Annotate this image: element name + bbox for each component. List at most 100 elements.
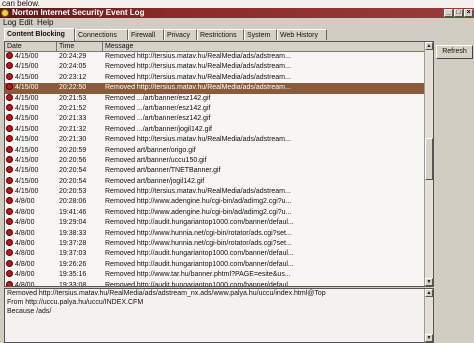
row-message: Removed art/banner/jogil142.gif	[105, 177, 205, 185]
menu-log[interactable]: Log	[3, 18, 16, 28]
row-time: 19:26:26	[59, 260, 87, 268]
event-rows: 4/15/00 20:24:29 Removed http://tersius.ma…	[5, 52, 426, 286]
table-row[interactable]: 4/15/00 20:21:32 Removed .../art/banner/jo…	[5, 124, 426, 135]
table-row[interactable]: 4/8/00 19:29:04 Removed http://audit.hunga…	[5, 218, 426, 228]
table-row[interactable]: 4/15/00 20:20:54 Removed art/banner/jogil1…	[5, 176, 426, 187]
detail-from-line: From http://uccu.palya.hu/uccu/INDEX.CFM	[7, 299, 144, 306]
table-row[interactable]: 4/15/00 20:21:30 Removed http://tersius.ma…	[5, 135, 426, 145]
table-row[interactable]: 4/15/00 20:24:29 Removed http://tersius.ma…	[5, 52, 426, 62]
blocked-icon	[6, 114, 13, 122]
row-date: 4/8/00	[15, 271, 35, 279]
table-row[interactable]: 4/15/00 20:24:05 Removed http://tersius.ma…	[5, 62, 426, 72]
row-time: 20:21:33	[59, 115, 87, 123]
table-row[interactable]: 4/15/00 20:21:52 Removed .../art/banner/es…	[5, 103, 426, 114]
column-header-row: Date Time Message	[5, 42, 426, 52]
scroll-down-button[interactable]: ▼	[425, 278, 433, 286]
table-row[interactable]: 4/8/00 20:28:06 Removed http://www.adengin…	[5, 197, 426, 207]
table-row[interactable]: 4/15/00 20:23:12 Removed http://tersius.ma…	[5, 72, 426, 83]
row-date: 4/15/00	[15, 125, 39, 133]
column-message[interactable]: Message	[103, 42, 426, 52]
table-row[interactable]: 4/15/00 20:20:56 Removed art/banner/uccu15…	[5, 155, 426, 166]
norton-icon[interactable]	[1, 9, 9, 17]
row-date: 4/8/00	[15, 260, 35, 268]
blocked-icon	[6, 52, 13, 59]
menu-help[interactable]: Help	[37, 18, 53, 28]
row-time: 20:20:56	[59, 156, 87, 164]
detail-scroll-down-button[interactable]: ▼	[425, 334, 433, 342]
maximize-button[interactable]: □	[454, 9, 463, 17]
row-date: 4/8/00	[15, 240, 35, 248]
menu-edit[interactable]: Edit	[19, 18, 33, 28]
event-list[interactable]: Date Time Message 4/15/00 20:24:29 Removed…	[4, 41, 434, 287]
detail-scroll-up-button[interactable]: ▲	[425, 289, 433, 297]
row-time: 19:37:03	[59, 250, 87, 258]
blocked-icon	[6, 239, 13, 247]
row-message: Removed .../art/banner/jogil142.gif	[105, 125, 213, 133]
table-row[interactable]: 4/15/00 20:21:53 Removed .../art/banner/es…	[5, 93, 426, 104]
row-time: 20:21:32	[59, 125, 87, 133]
table-row[interactable]: 4/8/00 19:33:08 Removed http://audit.hunga…	[5, 280, 426, 286]
detail-scrollbar[interactable]: ▲ ▼	[424, 289, 433, 342]
row-time: 19:38:33	[59, 229, 87, 237]
blocked-icon	[6, 72, 13, 80]
tab-firewall[interactable]: Firewall	[128, 29, 164, 40]
row-date: 4/8/00	[15, 229, 35, 237]
row-message: Removed http://www.tar.hu/banner.phtml?P…	[105, 271, 291, 279]
list-scrollbar[interactable]: ▲ ▼	[424, 42, 433, 286]
detail-removed-line: Removed http://tersius.matav.hu/RealMedi…	[7, 290, 326, 297]
event-detail-pane[interactable]: Removed http://tersius.matav.hu/RealMedi…	[4, 288, 434, 343]
menu-bar: Log Edit Help	[0, 18, 474, 28]
table-row[interactable]: 4/15/00 20:20:59 Removed art/banner/origo.…	[5, 145, 426, 156]
refresh-button[interactable]: Refresh	[436, 45, 473, 59]
table-row[interactable]: 4/8/00 19:35:16 Removed http://www.tar.hu/…	[5, 270, 426, 280]
row-time: 20:21:53	[59, 94, 87, 102]
tab-system[interactable]: System	[244, 29, 277, 40]
blocked-icon	[6, 62, 13, 70]
table-row[interactable]: 4/8/00 19:37:28 Removed http://www.hunnia.…	[5, 239, 426, 249]
table-row[interactable]: 4/8/00 19:37:03 Removed http://audit.hunga…	[5, 249, 426, 259]
blocked-icon	[6, 270, 13, 278]
scroll-thumb[interactable]	[425, 138, 433, 180]
tab-strip: Content Blocking Connections Firewall Pr…	[4, 28, 414, 41]
row-time: 20:20:54	[59, 167, 87, 175]
row-date: 4/8/00	[15, 219, 35, 227]
column-date[interactable]: Date	[5, 42, 57, 52]
row-date: 4/15/00	[15, 63, 39, 71]
table-row[interactable]: 4/15/00 20:22:50 Removed http://tersius.ma…	[5, 83, 426, 94]
blocked-icon	[6, 93, 13, 101]
table-row[interactable]: 4/8/00 19:26:26 Removed http://audit.hunga…	[5, 259, 426, 270]
table-row[interactable]: 4/15/00 20:21:33 Removed .../art/banner/es…	[5, 114, 426, 124]
minimize-button[interactable]: _	[444, 9, 453, 17]
row-time: 19:35:16	[59, 271, 87, 279]
tab-web-history[interactable]: Web History	[277, 29, 327, 40]
table-row[interactable]: 4/15/00 20:20:54 Removed art/banner/TNETBa…	[5, 166, 426, 176]
blocked-icon	[6, 176, 13, 184]
row-date: 4/8/00	[15, 208, 35, 216]
table-row[interactable]: 4/8/00 19:38:33 Removed http://www.hunnia.…	[5, 228, 426, 239]
row-date: 4/15/00	[15, 177, 39, 185]
tab-privacy[interactable]: Privacy	[164, 29, 197, 40]
row-message: Removed http://www.adengine.hu/cgi-bin/a…	[105, 198, 292, 206]
row-date: 4/15/00	[15, 167, 39, 175]
table-row[interactable]: 4/8/00 19:41:46 Removed http://www.adengin…	[5, 207, 426, 218]
tab-connections[interactable]: Connections	[75, 29, 128, 40]
table-row[interactable]: 4/15/00 20:20:53 Removed http://tersius.ma…	[5, 187, 426, 197]
detail-because-line: Because /ads/	[7, 308, 52, 315]
row-date: 4/15/00	[15, 73, 39, 81]
row-message: Removed art/banner/TNETBanner.gif	[105, 167, 221, 175]
row-time: 20:28:06	[59, 198, 87, 206]
blocked-icon	[6, 259, 13, 267]
title-bar[interactable]: Norton Internet Security Event Log _ □ ×	[0, 8, 474, 18]
blocked-icon	[6, 218, 13, 226]
tab-content-blocking[interactable]: Content Blocking	[4, 28, 75, 41]
blocked-icon	[6, 166, 13, 174]
row-time: 20:24:05	[59, 63, 87, 71]
background-window-scrap: can below.	[0, 0, 474, 8]
tab-restrictions[interactable]: Restrictions	[197, 29, 244, 40]
blocked-icon	[6, 280, 13, 286]
scroll-up-button[interactable]: ▲	[425, 42, 433, 50]
row-date: 4/15/00	[15, 94, 39, 102]
close-button[interactable]: ×	[464, 9, 473, 17]
row-date: 4/15/00	[15, 115, 39, 123]
column-time[interactable]: Time	[57, 42, 103, 52]
